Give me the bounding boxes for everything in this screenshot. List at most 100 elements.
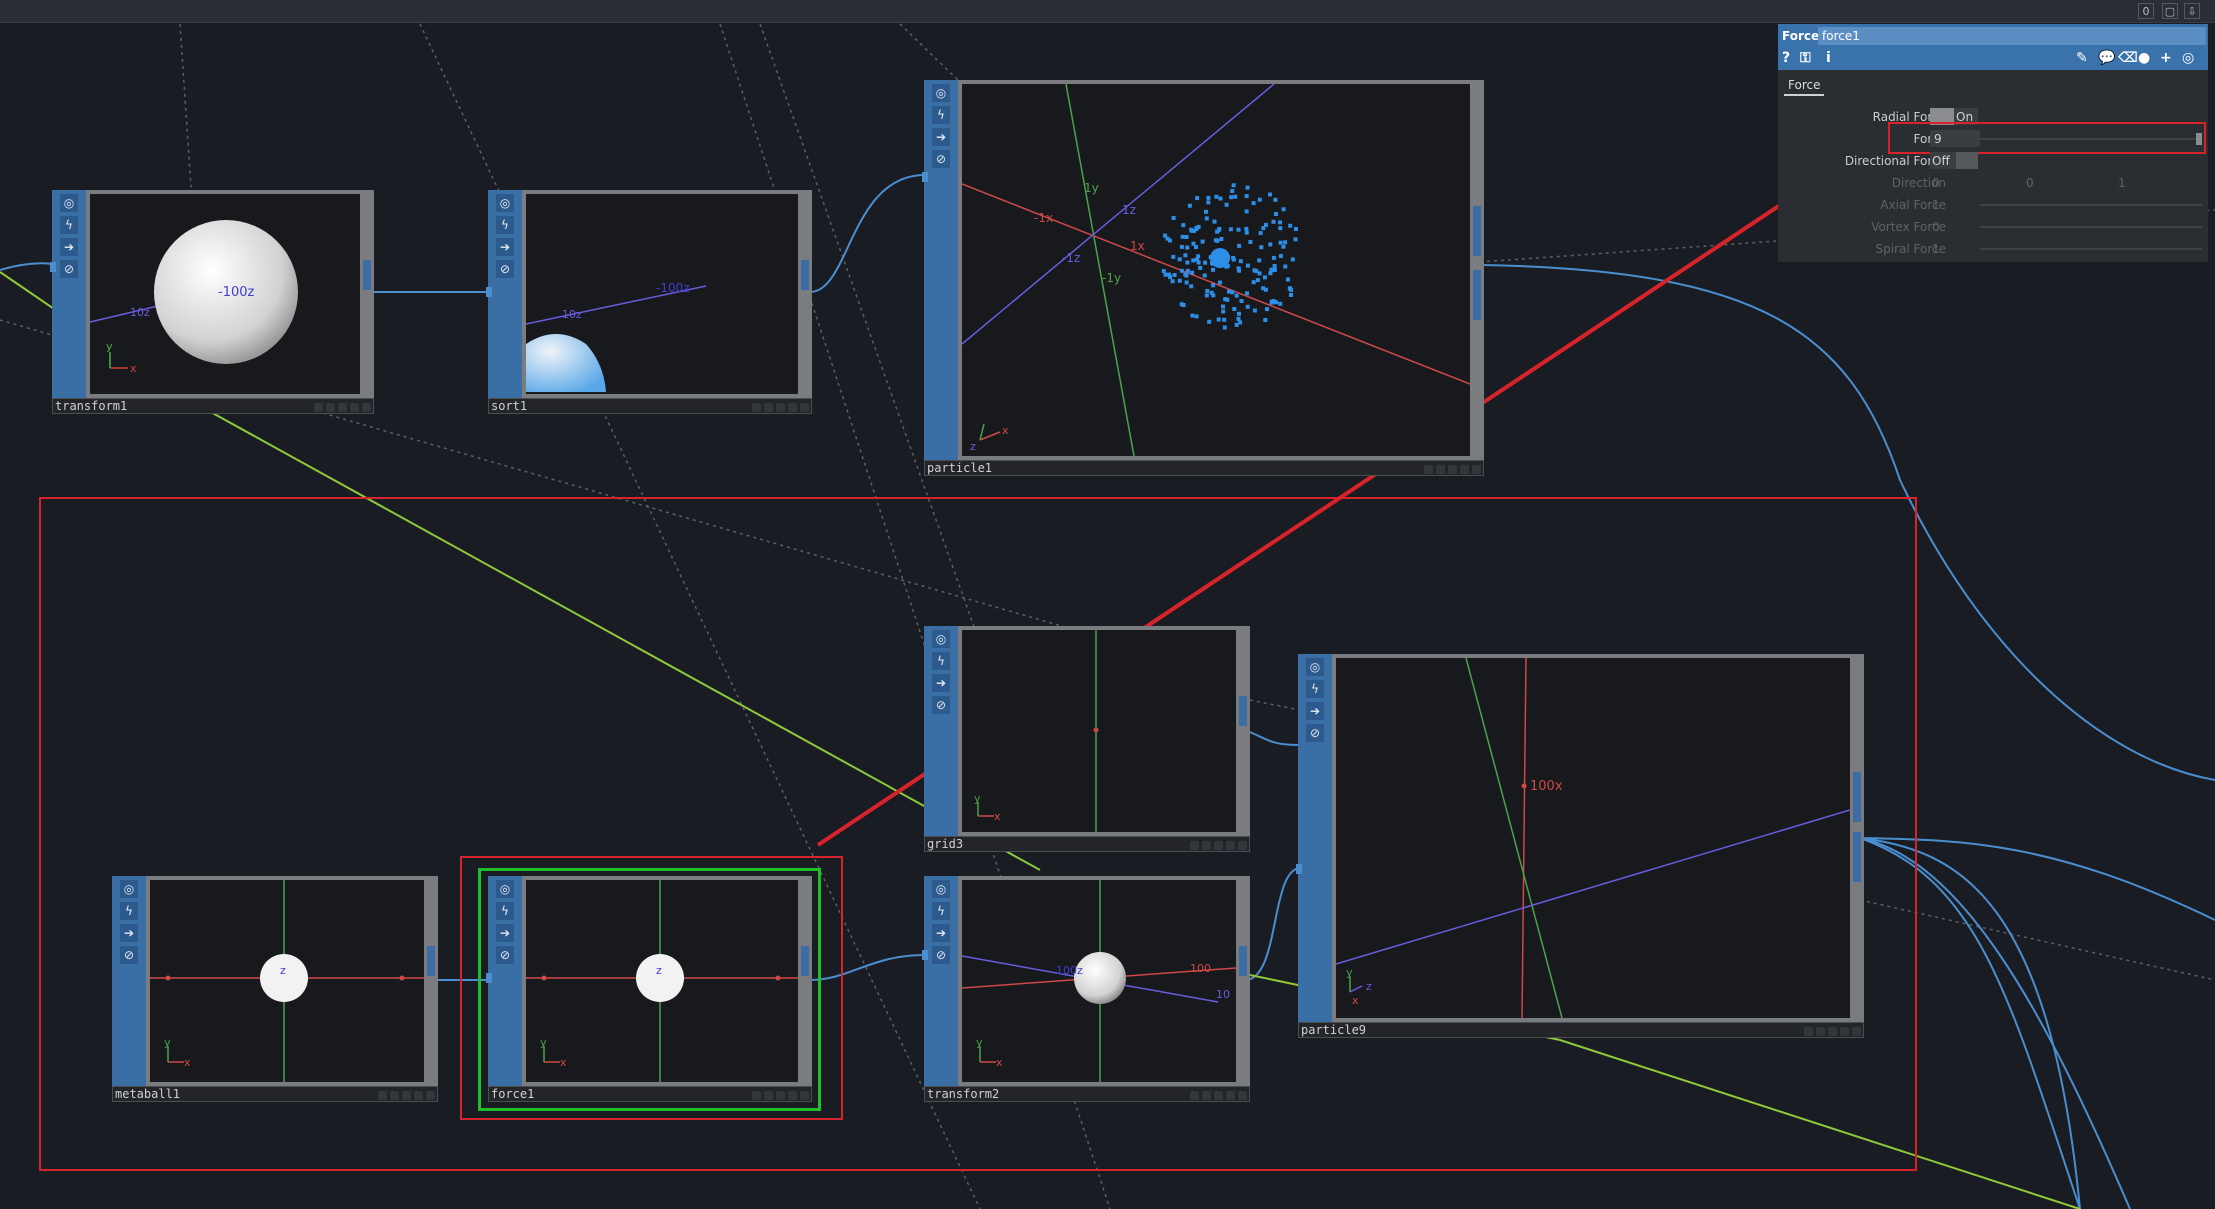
node-viewer[interactable]: -100z 10z x y (90, 194, 360, 394)
python-help-icon[interactable]: ⚿ (1800, 50, 1811, 66)
node-sort1[interactable]: ◎ ϟ ➔ ⊘ -100z 10z sort1 (486, 190, 812, 414)
spiral-force-slider[interactable] (1980, 248, 2202, 250)
target-icon[interactable]: ◎ (120, 880, 138, 898)
output-port-2[interactable] (1473, 270, 1481, 320)
output-port[interactable] (363, 260, 371, 290)
clear-icon[interactable]: ⌫ (2118, 50, 2138, 66)
node-particle1[interactable]: ◎ ϟ ➔ ⊘ 1y 1z -1x 1x -1z -1y x z particl… (922, 80, 1484, 476)
tab-force[interactable]: Force (1784, 78, 1825, 96)
axial-force-value[interactable]: 1 (1932, 198, 1940, 212)
vortex-force-slider[interactable] (1980, 226, 2202, 228)
input-port[interactable] (1296, 864, 1302, 874)
node-viewer[interactable]: 100x x z y (1336, 658, 1850, 1018)
lock-icon[interactable]: ⊘ (1306, 724, 1324, 742)
arrow-right-icon[interactable]: ➔ (932, 128, 950, 146)
node-label[interactable]: transform2 (924, 1086, 1250, 1102)
add-icon[interactable]: + (2160, 50, 2172, 66)
info-icon[interactable]: i (1826, 50, 1831, 66)
python-icon[interactable]: ● (2138, 50, 2150, 66)
node-viewer[interactable]: z x y (150, 880, 424, 1082)
flash-icon[interactable]: ϟ (1306, 680, 1324, 698)
arrow-right-icon[interactable]: ➔ (60, 238, 78, 256)
arrow-right-icon[interactable]: ➔ (932, 674, 950, 692)
node-label[interactable]: metaball1 (112, 1086, 438, 1102)
output-port[interactable] (1239, 946, 1247, 976)
lock-icon[interactable]: ⊘ (496, 946, 514, 964)
spiral-force-value[interactable]: 1 (1932, 242, 1940, 256)
comment-icon[interactable]: 💬 (2098, 50, 2115, 66)
direction-y[interactable]: 0 (2026, 176, 2034, 190)
node-viewer[interactable]: -100z 10z (526, 194, 798, 394)
node-control-strip: ◎ ϟ ➔ ⊘ (1298, 654, 1332, 1022)
target-icon[interactable]: ◎ (932, 880, 950, 898)
param-directional-force[interactable]: Directional Force Off (1778, 152, 2208, 170)
flash-icon[interactable]: ϟ (932, 902, 950, 920)
target-icon[interactable]: ◎ (496, 194, 514, 212)
flash-icon[interactable]: ϟ (60, 216, 78, 234)
node-grid3[interactable]: ◎ ϟ ➔ ⊘ x y grid3 (924, 626, 1250, 852)
directional-force-toggle[interactable]: Off (1930, 152, 1978, 169)
node-viewer[interactable]: 1y 1z -1x 1x -1z -1y x z (962, 84, 1470, 456)
vortex-force-value[interactable]: 0 (1932, 220, 1940, 234)
target-icon[interactable]: ◎ (1306, 658, 1324, 676)
node-label[interactable]: grid3 (924, 836, 1250, 852)
flash-icon[interactable]: ϟ (932, 106, 950, 124)
target-icon[interactable]: ◎ (496, 880, 514, 898)
arrow-right-icon[interactable]: ➔ (120, 924, 138, 942)
output-port[interactable] (1239, 696, 1247, 726)
lock-icon[interactable]: ⊘ (932, 946, 950, 964)
output-port[interactable] (1853, 772, 1861, 822)
input-port[interactable] (486, 287, 492, 297)
node-viewer[interactable]: z x y (526, 880, 798, 1082)
node-viewer[interactable]: 100z 100 10 x y (962, 880, 1236, 1082)
operator-name-field[interactable]: force1 (1818, 27, 2206, 45)
axial-force-slider[interactable] (1980, 204, 2202, 206)
svg-text:1z: 1z (1122, 203, 1136, 217)
flash-icon[interactable]: ϟ (932, 652, 950, 670)
lock-icon[interactable]: ⊘ (932, 150, 950, 168)
node-label[interactable]: force1 (488, 1086, 812, 1102)
direction-x[interactable]: 0 (1932, 176, 1940, 190)
edit-icon[interactable]: ✎ (2076, 50, 2088, 66)
help-icon[interactable]: ? (1782, 50, 1790, 66)
arrow-right-icon[interactable]: ➔ (496, 238, 514, 256)
param-direction[interactable]: Direction 0 0 1 (1778, 174, 2208, 192)
arrow-right-icon[interactable]: ➔ (496, 924, 514, 942)
output-port[interactable] (801, 260, 809, 290)
output-port[interactable] (801, 946, 809, 976)
target-icon[interactable]: ◎ (932, 630, 950, 648)
direction-z[interactable]: 1 (2118, 176, 2126, 190)
output-port[interactable] (427, 946, 435, 976)
target-icon[interactable]: ◎ (60, 194, 78, 212)
node-label[interactable]: transform1 (52, 398, 374, 414)
arrow-right-icon[interactable]: ➔ (932, 924, 950, 942)
lock-icon[interactable]: ⊘ (60, 260, 78, 278)
node-label[interactable]: sort1 (488, 398, 812, 414)
node-viewer[interactable]: x y (962, 630, 1236, 832)
lock-icon[interactable]: ⊘ (120, 946, 138, 964)
node-transform1[interactable]: ◎ ϟ ➔ ⊘ -100z 10z x y transform1 (50, 190, 374, 414)
flash-icon[interactable]: ϟ (496, 216, 514, 234)
target-icon[interactable]: ◎ (932, 84, 950, 102)
target-icon[interactable]: ◎ (2182, 50, 2194, 66)
flash-icon[interactable]: ϟ (496, 902, 514, 920)
param-axial-force[interactable]: Axial Force 1 (1778, 196, 2208, 214)
lock-icon[interactable]: ⊘ (932, 696, 950, 714)
node-label[interactable]: particle1 (924, 460, 1484, 476)
node-force1[interactable]: ◎ ϟ ➔ ⊘ z x y force1 (486, 876, 812, 1102)
param-spiral-force[interactable]: Spiral Force 1 (1778, 240, 2208, 258)
input-port[interactable] (50, 262, 56, 272)
node-metaball1[interactable]: ◎ ϟ ➔ ⊘ z x y metaball1 (112, 876, 438, 1102)
input-port[interactable] (486, 973, 492, 983)
node-particle9[interactable]: ◎ ϟ ➔ ⊘ 100x x z y particle9 (1296, 654, 1864, 1038)
node-label[interactable]: particle9 (1298, 1022, 1864, 1038)
input-port[interactable] (922, 172, 928, 182)
node-transform2[interactable]: ◎ ϟ ➔ ⊘ 100z 100 10 x y transform2 (922, 876, 1250, 1102)
arrow-right-icon[interactable]: ➔ (1306, 702, 1324, 720)
output-port-2[interactable] (1853, 832, 1861, 882)
param-vortex-force[interactable]: Vortex Force 0 (1778, 218, 2208, 236)
flash-icon[interactable]: ϟ (120, 902, 138, 920)
lock-icon[interactable]: ⊘ (496, 260, 514, 278)
input-port[interactable] (922, 950, 928, 960)
output-port[interactable] (1473, 206, 1481, 256)
